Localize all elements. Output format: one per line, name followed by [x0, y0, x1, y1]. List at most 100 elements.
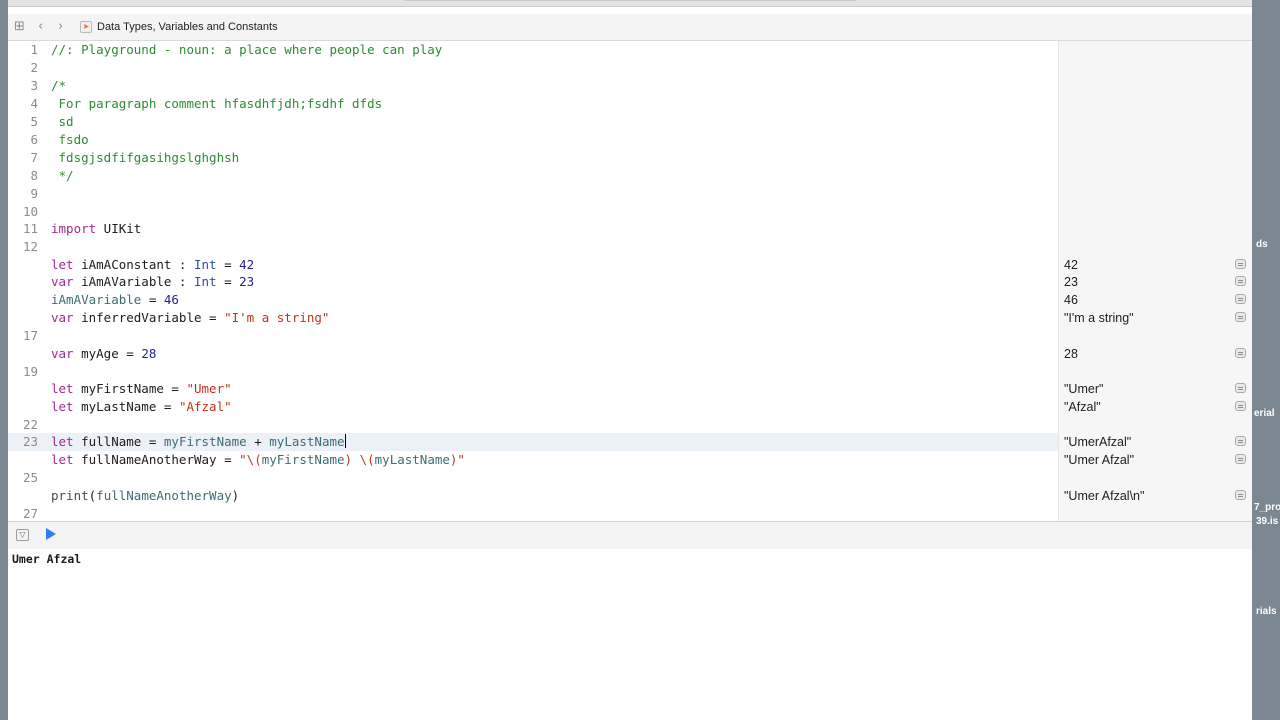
- line-number: 10: [22, 204, 38, 219]
- code-token: =: [216, 257, 240, 272]
- code-line[interactable]: 6 fsdo: [8, 131, 1058, 149]
- code-line[interactable]: iAmAVariable = 46: [8, 291, 1058, 309]
- code-token: let: [51, 452, 74, 467]
- code-line[interactable]: var myAge = 28: [8, 345, 1058, 363]
- forward-arrow-icon[interactable]: ›: [58, 18, 63, 36]
- source-editor[interactable]: 1 //: Playground - noun: a place where pe…: [8, 41, 1058, 521]
- code-token: //: Playground - noun: a place where peo…: [51, 42, 443, 57]
- code-token: For paragraph comment hfasdhfjdh;fsdhf d…: [51, 96, 383, 111]
- code-token: var: [51, 346, 74, 361]
- code-text: let myFirstName = "Umer": [51, 380, 232, 398]
- result-row: 28: [1058, 345, 1252, 363]
- code-text: var myAge = 28: [51, 345, 156, 363]
- file-name: Data Types, Variables and Constants: [97, 21, 278, 33]
- code-line[interactable]: var inferredVariable = "I'm a string": [8, 309, 1058, 327]
- code-line[interactable]: print(fullNameAnotherWay): [8, 487, 1058, 505]
- code-text: //: Playground - noun: a place where peo…: [51, 41, 442, 59]
- back-arrow-icon[interactable]: ‹: [38, 18, 43, 36]
- code-token: fsdo: [51, 132, 89, 147]
- code-text: sd: [51, 113, 74, 131]
- title-bar: [8, 0, 1252, 7]
- code-token: 23: [239, 274, 255, 289]
- code-token: ): [231, 488, 240, 503]
- code-line[interactable]: 23 let fullName = myFirstName + myLastNam…: [8, 433, 1058, 451]
- result-value: "I'm a string": [1064, 311, 1134, 325]
- quick-look-icon[interactable]: [1235, 454, 1246, 464]
- code-line[interactable]: 17: [8, 327, 1058, 345]
- code-line[interactable]: 22: [8, 416, 1058, 434]
- code-token: )": [449, 452, 465, 467]
- hide-debug-area-icon[interactable]: ▽: [16, 529, 29, 541]
- code-token: fullName =: [73, 434, 164, 449]
- code-token: 42: [239, 257, 255, 272]
- code-line[interactable]: 1 //: Playground - noun: a place where pe…: [8, 41, 1058, 59]
- desktop-icon-label: rials: [1256, 606, 1277, 617]
- quick-look-icon[interactable]: [1235, 312, 1246, 322]
- code-line[interactable]: let fullNameAnotherWay = "\(myFirstName)…: [8, 451, 1058, 469]
- code-token: myFirstName =: [73, 381, 187, 396]
- console-area[interactable]: Umer Afzal: [8, 549, 1252, 720]
- code-token: Int: [194, 257, 217, 272]
- code-token: "Umer": [186, 381, 232, 396]
- code-line[interactable]: let iAmAConstant : Int = 42: [8, 256, 1058, 274]
- line-number: 12: [22, 239, 38, 254]
- code-token: let: [51, 257, 74, 272]
- desktop-icon-label: 7_pro: [1254, 502, 1280, 513]
- code-line[interactable]: 8 */: [8, 167, 1058, 185]
- code-token: =: [216, 274, 240, 289]
- line-number: 23: [22, 434, 38, 449]
- code-line[interactable]: 2: [8, 59, 1058, 77]
- code-token: myLastName =: [73, 399, 179, 414]
- code-text: let fullNameAnotherWay = "\(myFirstName)…: [51, 451, 465, 469]
- line-number: 17: [22, 328, 38, 343]
- code-line[interactable]: let myLastName = "Afzal": [8, 398, 1058, 416]
- code-line[interactable]: 25: [8, 469, 1058, 487]
- code-token: "Afzal": [178, 399, 232, 414]
- result-value: "Umer Afzal\n": [1064, 489, 1145, 503]
- line-number: 6: [30, 132, 38, 147]
- quick-look-icon[interactable]: [1235, 276, 1246, 286]
- code-line[interactable]: let myFirstName = "Umer": [8, 380, 1058, 398]
- code-line[interactable]: 7 fdsgjsdfifgasihgslghghsh: [8, 149, 1058, 167]
- code-line[interactable]: 5 sd: [8, 113, 1058, 131]
- code-token: fullNameAnotherWay =: [73, 452, 240, 467]
- activity-status: [402, 0, 858, 1]
- console-output: Umer Afzal: [12, 552, 82, 566]
- quick-look-icon[interactable]: [1235, 259, 1246, 269]
- code-line[interactable]: 3 /*: [8, 77, 1058, 95]
- line-number: 5: [30, 114, 38, 129]
- quick-look-icon[interactable]: [1235, 490, 1246, 500]
- code-token: "\(: [239, 452, 262, 467]
- result-row: "Afzal": [1058, 398, 1252, 416]
- desktop-icon-label: ds: [1256, 239, 1268, 250]
- code-text: iAmAVariable = 46: [51, 291, 179, 309]
- run-playground-button[interactable]: [46, 528, 56, 540]
- code-token: var: [51, 274, 74, 289]
- jump-bar: ⊞ ‹ › ➤ Data Types, Variables and Consta…: [8, 14, 1252, 41]
- desktop-icon-label: erial: [1254, 408, 1275, 419]
- result-row: "Umer Afzal\n": [1058, 487, 1252, 505]
- code-token: 28: [141, 346, 157, 361]
- quick-look-icon[interactable]: [1235, 401, 1246, 411]
- code-line[interactable]: 9: [8, 185, 1058, 203]
- breadcrumb[interactable]: ➤ Data Types, Variables and Constants: [80, 18, 278, 36]
- code-token: sd: [51, 114, 74, 129]
- code-token: inferredVariable =: [73, 310, 225, 325]
- quick-look-icon[interactable]: [1235, 348, 1246, 358]
- line-number: 2: [30, 60, 38, 75]
- code-line[interactable]: 4 For paragraph comment hfasdhfjdh;fsdhf…: [8, 95, 1058, 113]
- quick-look-icon[interactable]: [1235, 383, 1246, 393]
- code-line[interactable]: 11 import UIKit: [8, 220, 1058, 238]
- result-row: "Umer Afzal": [1058, 451, 1252, 469]
- quick-look-icon[interactable]: [1235, 436, 1246, 446]
- result-row: "I'm a string": [1058, 309, 1252, 327]
- code-line[interactable]: var iAmAVariable : Int = 23: [8, 273, 1058, 291]
- line-number: 22: [22, 417, 38, 432]
- code-text: let fullName = myFirstName + myLastName: [51, 433, 346, 451]
- result-row: 46: [1058, 291, 1252, 309]
- code-line[interactable]: 19: [8, 363, 1058, 381]
- related-items-icon[interactable]: ⊞: [14, 18, 25, 36]
- code-line[interactable]: 10: [8, 203, 1058, 221]
- quick-look-icon[interactable]: [1235, 294, 1246, 304]
- code-line[interactable]: 12: [8, 238, 1058, 256]
